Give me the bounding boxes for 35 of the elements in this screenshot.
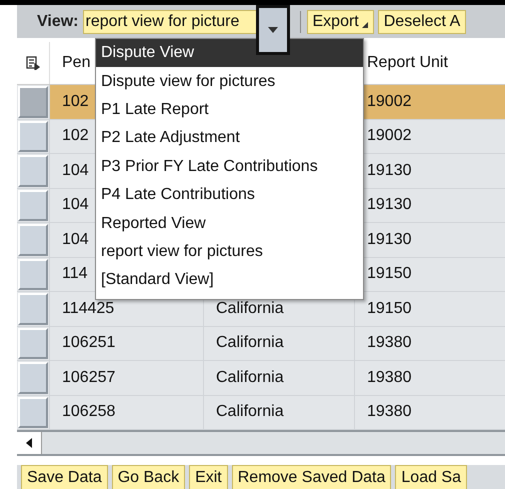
row-selector[interactable]	[18, 120, 48, 152]
scroll-left-button[interactable]	[17, 432, 42, 454]
toolbar-button[interactable]: Deselect A	[378, 10, 466, 34]
footer-button[interactable]: Go Back	[112, 465, 186, 489]
table-cell: 19380	[354, 361, 505, 394]
row-selector[interactable]	[18, 86, 48, 118]
row-selector[interactable]	[18, 293, 48, 324]
table-cell: 19380	[354, 326, 505, 360]
row-selector[interactable]	[18, 258, 48, 290]
footer-button[interactable]: Save Data	[21, 465, 108, 489]
table-cell: California	[203, 361, 354, 394]
caret-icon	[362, 22, 368, 28]
table-cell: 106251	[49, 326, 203, 360]
row-selector[interactable]	[18, 362, 48, 394]
table-cell: California	[203, 396, 354, 429]
menu-item[interactable]: Dispute View	[96, 39, 363, 68]
table-cell: 19380	[354, 396, 505, 429]
left-arrow-icon	[26, 438, 32, 448]
row-selector[interactable]	[18, 155, 48, 186]
footer-button[interactable]: Remove Saved Data	[232, 465, 392, 489]
table-cell: California	[203, 326, 354, 360]
view-label: View:	[37, 12, 78, 30]
row-selector[interactable]	[18, 328, 48, 359]
horizontal-scrollbar[interactable]	[17, 430, 505, 456]
table-cell: 106257	[49, 361, 203, 394]
dropdown-button[interactable]	[256, 5, 290, 55]
footer-button[interactable]: Load Sa	[395, 465, 467, 489]
caret-icon	[268, 27, 278, 33]
footer-button[interactable]: Exit	[189, 465, 228, 489]
row-selector[interactable]	[18, 224, 48, 256]
table-settings-icon[interactable]	[26, 56, 40, 70]
row-selector[interactable]	[18, 190, 48, 221]
toolbar-button[interactable]: Export	[306, 10, 374, 34]
view-select-value: report view for picture	[84, 12, 240, 30]
table-cell: 106258	[49, 396, 203, 429]
